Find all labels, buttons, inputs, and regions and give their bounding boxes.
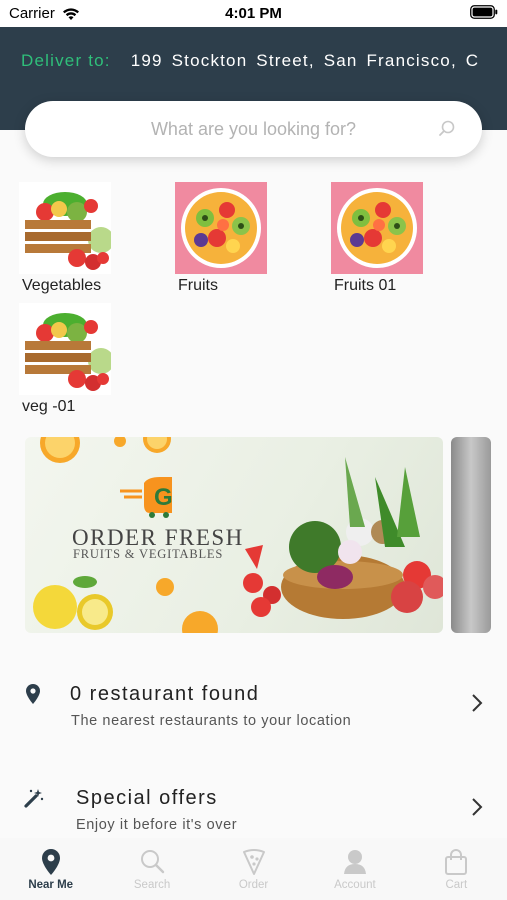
tab-label: Account [334,879,376,891]
tab-cart[interactable]: Cart [406,838,507,900]
search-icon [141,850,165,874]
deliver-to-label: Deliver to: [21,51,111,70]
search-bar[interactable] [25,101,482,157]
restaurants-found-title: 0 restaurant found [70,683,260,705]
category-vegetables[interactable]: Vegetables [10,182,120,295]
battery-icon [470,5,498,19]
location-pin-icon [26,684,40,704]
special-offers-subtitle: Enjoy it before it's over [76,817,238,833]
brand-logo: G [120,477,173,518]
location-pin-icon [41,849,60,875]
special-offers-title: Special offers [76,787,218,809]
person-icon [343,850,366,874]
tab-label: Search [133,879,171,891]
svg-text:G: G [154,484,173,511]
status-bar: Carrier 4:01 PM [0,0,507,27]
bottom-tab-bar: Near Me Search Order Account Cart [0,838,507,900]
vegetables-crate-image [19,303,111,395]
chevron-right-icon [472,694,483,712]
magic-wand-icon [24,789,44,808]
category-fruits-01[interactable]: Fruits 01 [322,182,432,295]
shopping-bag-icon [445,849,468,875]
status-bar-right [470,5,498,23]
category-label: Fruits 01 [334,277,397,294]
banner-subtitle: FRUITS & VEGITABLES [73,547,224,561]
deliver-to-row[interactable]: Deliver to: 199 Stockton Street, San Fra… [21,51,497,71]
category-veg-01[interactable]: veg -01 [10,303,120,416]
next-banner-peek[interactable] [451,437,491,633]
clock: 4:01 PM [225,5,282,22]
tab-label: Cart [445,879,468,891]
fruit-bowl-image [175,182,267,274]
tab-account[interactable]: Account [304,838,405,900]
tab-label: Near Me [28,879,74,891]
category-label: veg -01 [22,398,76,415]
tab-search[interactable]: Search [101,838,202,900]
search-input[interactable] [103,118,404,140]
tab-order[interactable]: Order [203,838,304,900]
pizza-slice-icon [242,849,265,875]
restaurants-found-subtitle: The nearest restaurants to your location [71,713,352,729]
tab-near-me[interactable]: Near Me [0,838,101,900]
restaurants-found-row[interactable]: 0 restaurant found The nearest restauran… [0,683,507,753]
category-fruits[interactable]: Fruits [166,182,276,295]
promo-banner[interactable]: G ORDER FRESH FRUITS & VEGITABLES [25,437,443,633]
category-label: Fruits [178,277,218,294]
category-label: Vegetables [22,277,102,294]
app-screen: Carrier 4:01 PM Deliver to: 199 Stockton… [0,0,507,900]
vegetables-crate-image [19,182,111,274]
chevron-right-icon [472,798,483,816]
fruit-bowl-image [331,182,423,274]
search-icon[interactable] [437,119,457,139]
delivery-address[interactable]: 199 Stockton Street, San Francisco, C [131,51,480,71]
tab-label: Order [238,879,269,891]
